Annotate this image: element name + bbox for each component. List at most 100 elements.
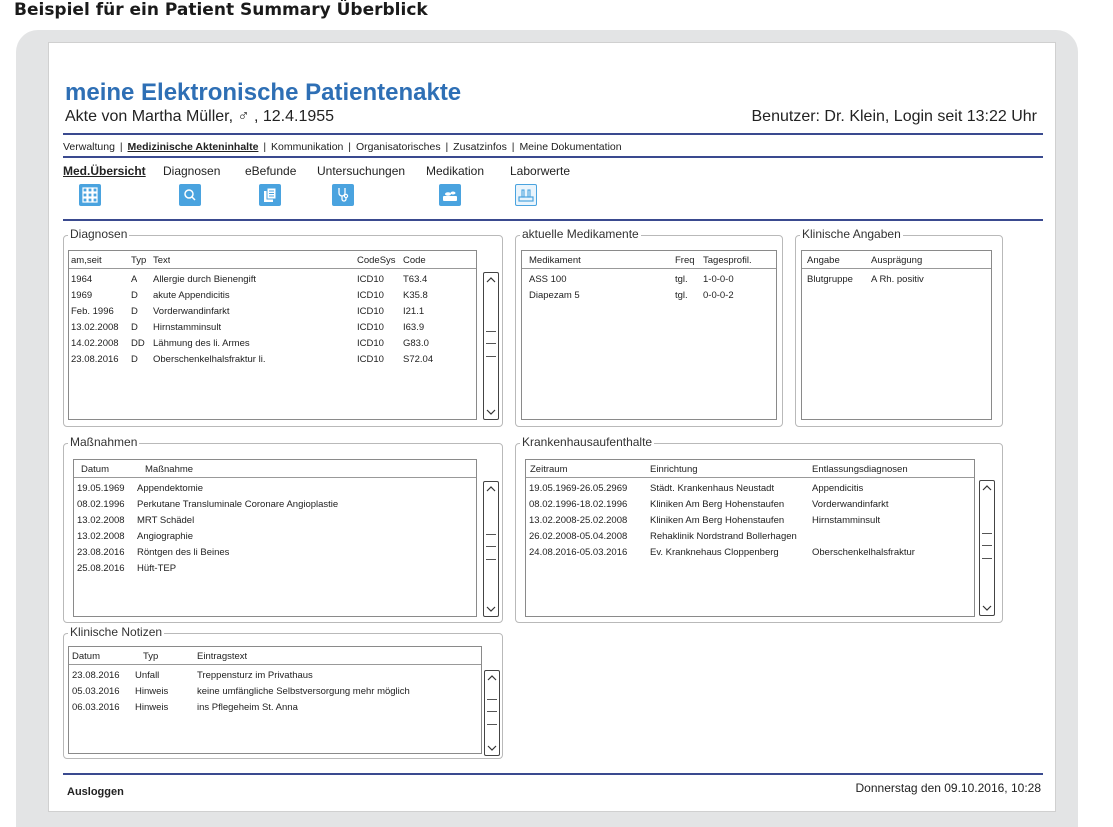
table-row[interactable]: 13.02.2008 D Hirnstamminsult ICD10 I63.9 (69, 320, 476, 335)
cell: K35.8 (403, 290, 428, 301)
table-row[interactable]: 24.08.2016-05.03.2016 Ev. Kranknehaus Clo… (526, 545, 974, 560)
medication-icon[interactable] (439, 184, 461, 206)
table-row[interactable]: 14.02.2008 DD Lähmung des li. Armes ICD10 G8… (69, 336, 476, 351)
panel-title: Klinische Notizen (68, 625, 165, 639)
column-header[interactable]: Datum (81, 464, 109, 475)
cell: ICD10 (357, 274, 384, 285)
table-row[interactable]: 19.05.1969 Appendektomie (74, 481, 476, 496)
cell: ICD10 (357, 338, 384, 349)
table-row[interactable]: 26.02.2008-05.04.2008 Rehaklinik Nordstra… (526, 529, 974, 544)
scroll-down-icon[interactable] (486, 742, 498, 754)
table-row[interactable]: 1964 A Allergie durch Bienengift ICD10 T63.4 (69, 272, 476, 287)
column-header[interactable]: Ausprägung (871, 255, 991, 266)
documents-icon[interactable] (259, 184, 281, 206)
cell: Blutgruppe (807, 274, 853, 285)
scroll-thumb[interactable] (486, 534, 496, 560)
column-header[interactable]: Code (403, 255, 426, 266)
tab-ebefunde[interactable]: eBefunde (245, 164, 296, 178)
table-row[interactable]: 1969 Dakute Appendicitis ICD10 K35.8 (69, 288, 476, 303)
logout-link[interactable]: Ausloggen (67, 786, 124, 798)
table-row[interactable]: 06.03.2016 Hinweis ins Pflegeheim St. Anna (69, 700, 481, 715)
column-header[interactable]: CodeSys (357, 255, 396, 266)
column-header[interactable]: Entlassungsdiagnosen (812, 464, 932, 475)
cell: keine umfängliche Selbstversorgung mehr … (197, 686, 410, 697)
table-row[interactable]: Diapezam 5 tgl. 0-0-0-2 (522, 288, 776, 303)
scroll-up-icon[interactable] (485, 483, 497, 495)
cell: ASS 100 (529, 274, 567, 285)
table-row[interactable]: Feb. 1996 D Vorderwandinfarkt ICD10 I21.1 (69, 304, 476, 319)
scroll-thumb[interactable] (487, 699, 497, 725)
scrollbar[interactable] (979, 480, 995, 616)
scroll-thumb[interactable] (486, 331, 496, 357)
scroll-down-icon[interactable] (485, 603, 497, 615)
table-row[interactable]: 23.08.2016 D Oberschenkelhalsfraktur li. IC… (69, 352, 476, 367)
table-row[interactable]: 13.02.2008-25.02.2008 Kliniken Am Berg Ho… (526, 513, 974, 528)
nav-meine-dokumentation[interactable]: Meine Dokumentation (519, 141, 621, 153)
table-row[interactable]: 05.03.2016 Hinweis keine umfängliche Selbs… (69, 684, 481, 699)
nav-organisatorisches[interactable]: Organisatorisches (356, 141, 441, 153)
cell: 1969 (71, 290, 93, 301)
tab-diagnosen[interactable]: Diagnosen (163, 164, 220, 178)
table-row[interactable]: 25.08.2016 Hüft-TEP (74, 561, 476, 576)
column-header[interactable]: Angabe (807, 255, 840, 266)
table-row[interactable]: 13.02.2008 MRT Schädel (74, 513, 476, 528)
tab-laborwerte[interactable]: Laborwerte (510, 164, 570, 178)
scrollbar[interactable] (483, 481, 499, 617)
column-header[interactable]: Text (153, 255, 170, 266)
column-header[interactable]: Typ (143, 651, 158, 662)
scroll-up-icon[interactable] (486, 672, 498, 684)
table-row[interactable]: 13.02.2008 Angiographie (74, 529, 476, 544)
scrollbar[interactable] (483, 272, 499, 420)
cell: 1964 (71, 274, 93, 285)
nav-verwaltung[interactable]: Verwaltung (63, 141, 115, 153)
tab-medikation[interactable]: Medikation (426, 164, 484, 178)
cell: Hirnstamminsult (812, 515, 881, 526)
cell: Angiographie (137, 531, 193, 542)
lab-icon[interactable] (515, 184, 537, 206)
footer-divider (63, 773, 1043, 775)
cell: Vorderwandinfarkt (153, 306, 230, 317)
column-header[interactable]: Zeitraum (530, 464, 567, 475)
cell: 13.02.2008 (71, 322, 119, 333)
column-header[interactable]: Datum (72, 651, 100, 662)
scroll-down-icon[interactable] (485, 406, 497, 418)
column-header[interactable]: am,seit (71, 255, 102, 266)
column-header[interactable]: Typ (131, 255, 146, 266)
cell: D (131, 354, 138, 365)
notizen-table: Datum Typ Eintragstext 23.08.2016 Unfall T… (68, 646, 482, 754)
cell: Kliniken Am Berg Hohenstaufen (650, 499, 785, 510)
table-row[interactable]: 08.02.1996 Perkutane Transluminale Corona… (74, 497, 476, 512)
table-row[interactable]: 23.08.2016 Röntgen des li Beines (74, 545, 476, 560)
column-header[interactable]: Tagesprofil. (703, 255, 752, 266)
column-header[interactable]: Medikament (529, 255, 581, 266)
table-row[interactable]: 08.02.1996-18.02.1996 Kliniken Am Berg Ho… (526, 497, 974, 512)
scrollbar[interactable] (484, 670, 500, 756)
scroll-down-icon[interactable] (981, 602, 993, 614)
nav-medizinische-akteninhalte[interactable]: Medizinische Akteninhalte (128, 141, 259, 153)
scroll-thumb[interactable] (982, 533, 992, 559)
cell: 14.02.2008 (71, 338, 119, 349)
column-header[interactable]: Einrichtung (650, 464, 698, 475)
cell: I21.1 (403, 306, 425, 317)
nav-kommunikation[interactable]: Kommunikation (271, 141, 343, 153)
scroll-up-icon[interactable] (981, 482, 993, 494)
table-row[interactable]: Blutgruppe A Rh. positiv (802, 272, 991, 287)
tab-untersuchungen[interactable]: Untersuchungen (317, 164, 405, 178)
grid-icon[interactable] (79, 184, 101, 206)
search-icon[interactable] (179, 184, 201, 206)
column-header[interactable]: Eintragstext (197, 651, 247, 662)
cell: S72.04 (403, 354, 434, 365)
stethoscope-icon[interactable] (332, 184, 354, 206)
cell: 26.02.2008-05.04.2008 (529, 531, 628, 542)
tab-med-uebersicht[interactable]: Med.Übersicht (63, 164, 146, 178)
table-row[interactable]: 23.08.2016 Unfall Treppensturz im Privatha… (69, 668, 481, 683)
panel-medikamente: aktuelle Medikamente Medikament Freq Tag… (515, 227, 783, 427)
table-row[interactable]: 19.05.1969-26.05.2969 Städt. Krankenhaus … (526, 481, 974, 496)
cell: MRT Schädel (137, 515, 195, 526)
column-header[interactable]: Maßnahme (145, 464, 193, 475)
table-row[interactable]: ASS 100 tgl. 1-0-0-0 (522, 272, 776, 287)
nav-zusatzinfos[interactable]: Zusatzinfos (453, 141, 507, 153)
panel-title: Diagnosen (68, 227, 130, 241)
column-header[interactable]: Freq (675, 255, 695, 266)
scroll-up-icon[interactable] (485, 274, 497, 286)
